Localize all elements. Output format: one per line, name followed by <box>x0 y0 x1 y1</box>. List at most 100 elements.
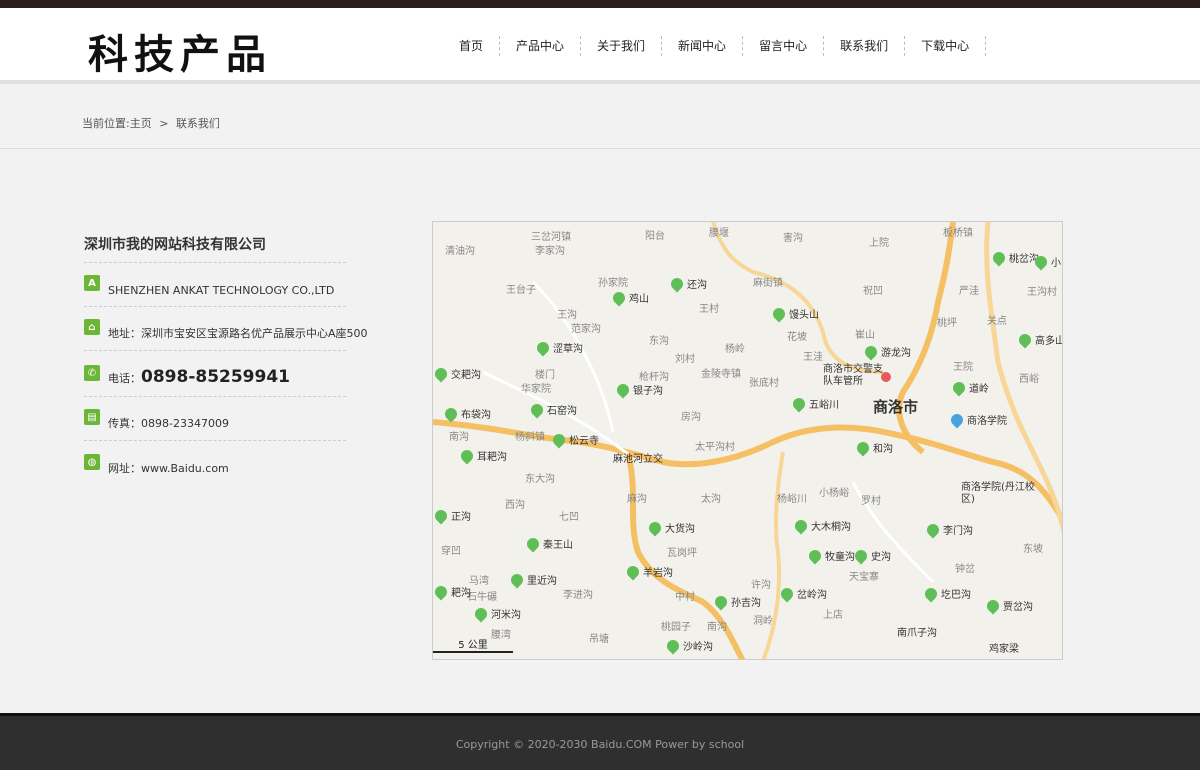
map-poi[interactable]: 羊岩沟 <box>624 563 673 580</box>
map-label: 王洼 <box>803 352 823 363</box>
nav-item-download[interactable]: 下载中心 <box>905 36 987 56</box>
map-poi[interactable]: 桃岔沟 <box>990 249 1039 266</box>
map-poi[interactable]: 里近沟 <box>508 571 557 588</box>
breadcrumb-home[interactable]: 当前位置:主页 <box>82 117 152 130</box>
location-map[interactable]: 三岔河镇 李家沟 阳台 腰堰 害沟 上院 板桥镇 清油沟 王台子 孙家院 麻街镇… <box>432 221 1063 660</box>
map-label: 西峪 <box>1019 374 1039 385</box>
contact-info: 深圳市我的网站科技有限公司 A SHENZHEN ANKAT TECHNOLOG… <box>84 228 368 485</box>
map-label: 钟岔 <box>955 564 975 575</box>
company-name: 深圳市我的网站科技有限公司 <box>84 228 346 263</box>
breadcrumb-current: 联系我们 <box>175 117 220 130</box>
map-label: 枪杆沟 <box>639 372 669 383</box>
map-label: 石牛碾 <box>467 592 497 603</box>
map-poi[interactable]: 商洛学院(丹江校区) <box>961 482 1041 506</box>
map-poi[interactable]: 银子沟 <box>614 381 663 398</box>
website-text[interactable]: 网址：www.Baidu.com <box>108 460 229 476</box>
map-label: 麻沟 <box>627 494 647 505</box>
map-label: 天宝寨 <box>849 572 879 583</box>
map-poi[interactable]: 牧童沟 <box>806 547 855 564</box>
map-poi[interactable]: 南爪子沟 <box>897 624 937 639</box>
map-label: 阳台 <box>645 231 665 242</box>
map-poi[interactable]: 商洛学院 <box>948 411 1007 428</box>
map-poi[interactable]: 耙沟 <box>433 583 471 600</box>
map-label: 太沟 <box>701 494 721 505</box>
map-label: 洞岭 <box>753 616 773 627</box>
home-icon: ⌂ <box>84 319 100 335</box>
map-poi[interactable]: 和沟 <box>854 439 893 456</box>
nav-item-products[interactable]: 产品中心 <box>500 36 582 56</box>
map-poi[interactable]: 河米沟 <box>472 605 521 622</box>
map-label: 金陵寺镇 <box>701 369 741 380</box>
map-label: 南沟 <box>707 622 727 633</box>
map-city-label: 商洛市 <box>873 398 919 416</box>
map-poi[interactable]: 鸡山 <box>610 289 649 306</box>
map-label: 杨岭 <box>725 344 745 355</box>
map-label: 东沟 <box>649 336 669 347</box>
map-label: 瓦岗坪 <box>667 548 697 559</box>
map-poi[interactable]: 贾岔沟 <box>984 597 1033 614</box>
map-poi[interactable]: 鸡家梁 <box>989 640 1019 655</box>
map-label: 范家沟 <box>571 324 601 335</box>
map-label: 罗村 <box>861 496 881 507</box>
map-poi[interactable]: 岔岭沟 <box>778 585 827 602</box>
site-logo[interactable]: 科技产品 <box>88 22 272 80</box>
map-poi[interactable]: 沙岭沟 <box>664 637 713 654</box>
map-poi[interactable]: 秦王山 <box>524 535 573 552</box>
nav-item-news[interactable]: 新闻中心 <box>662 36 744 56</box>
map-poi[interactable]: 圪巴沟 <box>922 585 971 602</box>
main-nav: 首页 产品中心 关于我们 新闻中心 留言中心 联系我们 下载中心 <box>443 36 987 56</box>
map-label: 李家沟 <box>535 246 565 257</box>
fax-icon: ▤ <box>84 409 100 425</box>
nav-item-contact[interactable]: 联系我们 <box>824 36 906 56</box>
map-label: 吊塘 <box>589 634 609 645</box>
map-label: 王沟村 <box>1027 287 1057 298</box>
map-scale: 5 公里 <box>433 636 513 653</box>
map-poi[interactable]: 涩草沟 <box>534 339 583 356</box>
map-poi[interactable]: 道岭 <box>950 379 989 396</box>
nav-item-home[interactable]: 首页 <box>443 36 501 56</box>
website-row: ◍ 网址：www.Baidu.com <box>84 441 346 485</box>
map-label: 王沟 <box>557 310 577 321</box>
map-label: 腰堰 <box>709 228 729 239</box>
map-poi[interactable]: 还沟 <box>668 275 707 292</box>
nav-item-about[interactable]: 关于我们 <box>581 36 663 56</box>
site-footer: Copyright © 2020-2030 Baidu.COM Power by… <box>0 713 1200 770</box>
map-poi[interactable]: 游龙沟 <box>862 343 911 360</box>
phone-number[interactable]: 0898-85259941 <box>141 367 290 387</box>
phone-label: 电话： <box>108 372 141 385</box>
map-label: 孙家院 <box>598 278 628 289</box>
nav-item-messages[interactable]: 留言中心 <box>743 36 825 56</box>
map-poi[interactable]: 小 <box>1032 253 1061 270</box>
map-poi[interactable]: 耳耙沟 <box>458 447 507 464</box>
map-poi[interactable]: 大木桐沟 <box>792 517 851 534</box>
map-label: 王村 <box>699 304 719 315</box>
map-label: 东大沟 <box>525 474 555 485</box>
map-label: 关点 <box>987 316 1007 327</box>
copyright-text: Copyright © 2020-2030 Baidu.COM Power by… <box>455 738 745 751</box>
map-poi: 麻池河立交 <box>613 454 663 465</box>
map-poi[interactable]: 史沟 <box>852 547 891 564</box>
map-label: 王院 <box>953 362 973 373</box>
phone-row: ✆ 电话：0898-85259941 <box>84 351 346 397</box>
map-label: 华家院 <box>521 384 551 395</box>
map-label: 桃坪 <box>937 318 957 329</box>
map-poi[interactable]: 交耙沟 <box>433 365 481 382</box>
map-poi[interactable]: 大货沟 <box>646 519 695 536</box>
site-header: 科技产品 首页 产品中心 关于我们 新闻中心 留言中心 联系我们 下载中心 <box>0 8 1200 84</box>
map-poi[interactable]: 布袋沟 <box>442 405 491 422</box>
map-poi[interactable]: 孙吉沟 <box>712 593 761 610</box>
map-poi[interactable]: 正沟 <box>433 507 471 524</box>
map-poi[interactable]: 馒头山 <box>770 305 819 322</box>
map-label: 小杨峪 <box>819 488 849 499</box>
map-poi[interactable]: 松云寺 <box>550 431 599 448</box>
map-label: 桃园子 <box>661 622 691 633</box>
map-label: 祝凹 <box>863 286 883 297</box>
map-poi[interactable]: 五峪川 <box>790 395 839 412</box>
map-label: 麻街镇 <box>753 278 783 289</box>
map-poi[interactable]: 高多山 <box>1016 331 1062 348</box>
map-poi[interactable]: 李门沟 <box>924 521 973 538</box>
map-poi[interactable]: 石窑沟 <box>528 401 577 418</box>
map-label: 崔山 <box>855 330 875 341</box>
english-name: SHENZHEN ANKAT TECHNOLOGY CO.,LTD <box>108 284 335 297</box>
map-label: 杨峪川 <box>777 494 807 505</box>
